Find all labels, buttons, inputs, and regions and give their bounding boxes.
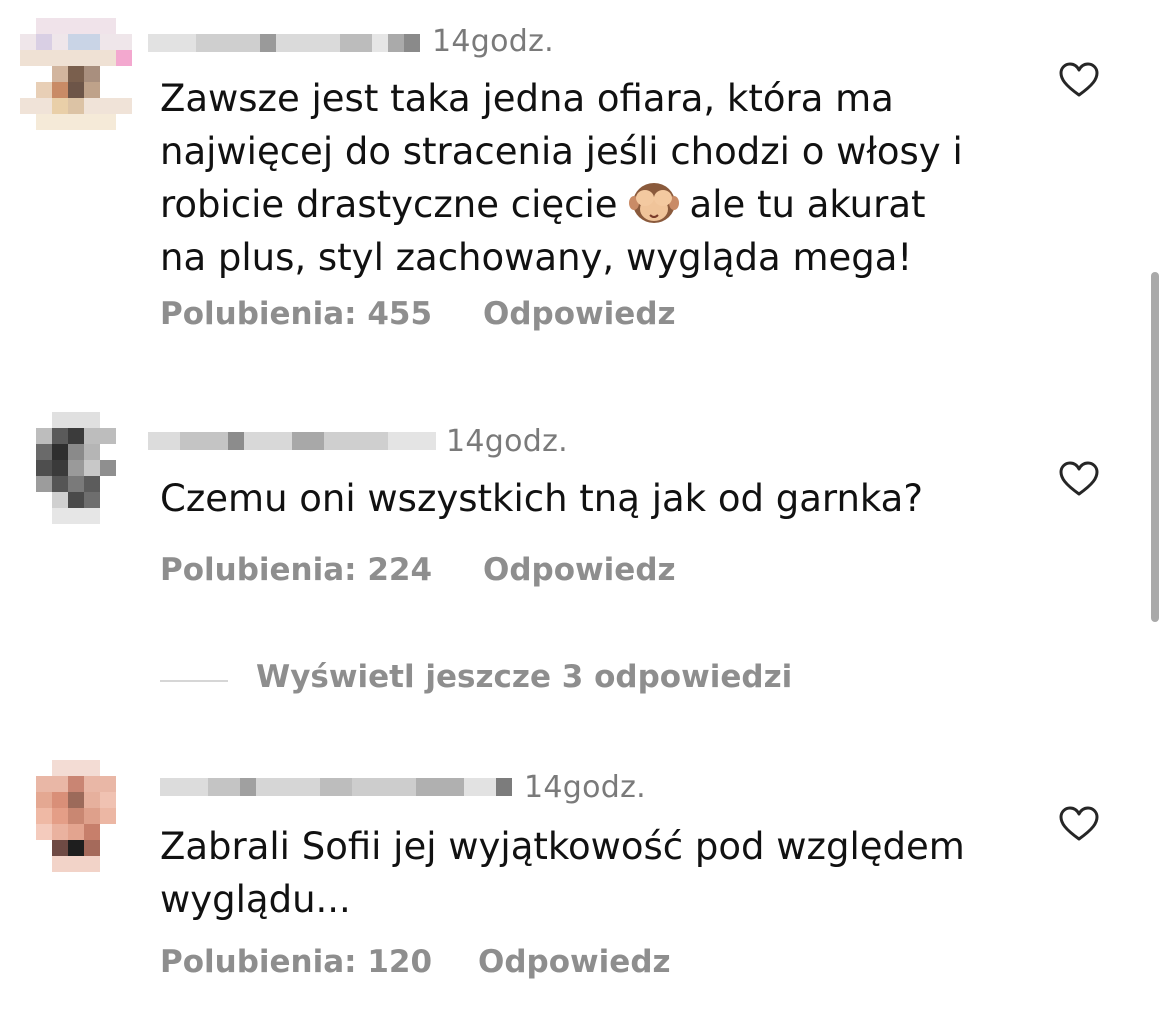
comment-text: Zawsze jest taka jedna ofiara, która ma … [160, 72, 1060, 284]
comment-time: 14godz. [524, 770, 646, 805]
reply-button[interactable]: Odpowiedz [483, 552, 676, 588]
avatar[interactable] [20, 18, 132, 130]
username-redacted[interactable] [148, 428, 436, 454]
view-more-replies-button[interactable]: Wyświetl jeszcze 3 odpowiedzi [256, 659, 792, 695]
likes-count[interactable]: Polubienia: 120 [160, 944, 432, 980]
comment-text: Czemu oni wszystkich tną jak od garnka? [160, 472, 1060, 525]
reply-button[interactable]: Odpowiedz [483, 296, 676, 332]
avatar[interactable] [20, 760, 132, 872]
comment-text-part: Czemu oni wszystkich tną jak od garnka? [160, 477, 923, 520]
avatar[interactable] [20, 412, 132, 524]
heart-outline-icon[interactable] [1059, 62, 1099, 98]
comment-time: 14godz. [432, 24, 554, 59]
comments-panel: 14godz. Zawsze jest taka jedna ofiara, k… [0, 0, 1169, 1022]
likes-count[interactable]: Polubienia: 455 [160, 296, 432, 332]
heart-outline-icon[interactable] [1059, 806, 1099, 842]
likes-count[interactable]: Polubienia: 224 [160, 552, 432, 588]
comment-text: Zabrali Sofii jej wyjątkowość pod względ… [160, 820, 1060, 926]
username-redacted[interactable] [148, 30, 420, 56]
replies-divider [160, 680, 228, 682]
scrollbar[interactable] [1151, 272, 1159, 622]
comment-text-part: Zabrali Sofii jej wyjątkowość pod względ… [160, 825, 965, 921]
comment-time: 14godz. [446, 424, 568, 459]
see-no-evil-monkey-icon [628, 183, 679, 223]
heart-outline-icon[interactable] [1059, 461, 1099, 497]
reply-button[interactable]: Odpowiedz [478, 944, 671, 980]
username-redacted[interactable] [160, 774, 512, 800]
